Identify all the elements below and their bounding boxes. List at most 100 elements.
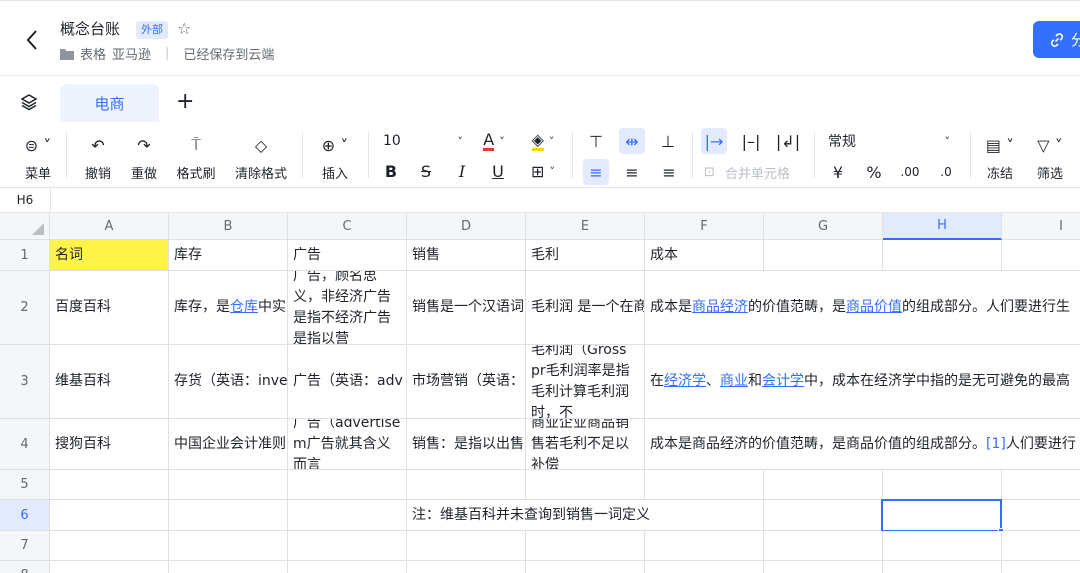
cell-a7[interactable] xyxy=(50,531,169,561)
cell-d2[interactable]: 销售是一个汉语词 xyxy=(407,271,526,345)
cell-c2[interactable]: 广告，顾名思义，非经济广告是指不经济广告是指以营 xyxy=(288,271,407,345)
cell-b5[interactable] xyxy=(169,470,288,500)
col-header-b[interactable]: B xyxy=(169,213,288,240)
cell-i1[interactable] xyxy=(1002,240,1080,271)
freeze-button[interactable]: ▤ ˅ 冻结 xyxy=(980,134,1020,183)
cell-c7[interactable] xyxy=(288,531,407,561)
cell-h7[interactable] xyxy=(883,531,1002,561)
cell-f4[interactable]: 成本是商品经济的价值范畴，是商品价值的组成部分。[1]人们要进行 xyxy=(645,419,1080,470)
cell-c8[interactable] xyxy=(288,561,407,573)
cell-h5[interactable] xyxy=(883,470,1002,500)
formula-input[interactable] xyxy=(51,188,1080,212)
cell-c3[interactable]: 广告（英语：adv xyxy=(288,345,407,419)
redo-button[interactable]: ↷ 重做 xyxy=(128,134,160,183)
number-format-select[interactable]: 常规 ˅ xyxy=(828,130,950,152)
cell-c4[interactable]: 广告（advertisem广告就其含义而言 xyxy=(288,419,407,470)
bold-button[interactable]: B xyxy=(380,160,402,182)
cell-c5[interactable] xyxy=(288,470,407,500)
row-header-3[interactable]: 3 xyxy=(0,345,50,419)
cell-d4[interactable]: 销售：是指以出售 xyxy=(407,419,526,470)
row-header-7[interactable]: 7 xyxy=(0,531,50,561)
undo-button[interactable]: ↶ 撤销 xyxy=(82,134,114,183)
cell-f8[interactable] xyxy=(645,561,764,573)
text-color-button[interactable]: A ˅ xyxy=(476,130,512,152)
col-header-a[interactable]: A xyxy=(50,213,169,240)
currency-button[interactable]: ¥ xyxy=(826,160,850,184)
text-overflow-button[interactable]: |→ xyxy=(701,128,727,154)
col-header-e[interactable]: E xyxy=(526,213,645,240)
cell-b2[interactable]: 库存，是仓库中实 xyxy=(169,271,288,345)
cell-h8[interactable] xyxy=(883,561,1002,573)
merge-cells-button[interactable]: ⊡ 合并单元格 xyxy=(704,160,804,184)
cell-b4[interactable]: 中国企业会计准则 xyxy=(169,419,288,470)
cell-reference[interactable]: H6 xyxy=(0,188,50,212)
row-header-6[interactable]: 6 xyxy=(0,500,50,531)
font-size-select[interactable]: 10 ˅ xyxy=(383,130,463,152)
cell-i8[interactable] xyxy=(1002,561,1080,573)
cell-a5[interactable] xyxy=(50,470,169,500)
cell-b3[interactable]: 存货（英语：inve xyxy=(169,345,288,419)
cell-f3-link-1[interactable]: 经济学 xyxy=(664,373,706,389)
cell-b1[interactable]: 库存 xyxy=(169,240,288,271)
cell-a1[interactable]: 名词 xyxy=(50,240,169,271)
sheets-list-button[interactable] xyxy=(20,93,38,115)
align-bottom-button[interactable]: ⊥ xyxy=(656,128,680,154)
percent-button[interactable]: % xyxy=(862,160,886,184)
align-left-button[interactable]: ≡ xyxy=(583,159,609,185)
cell-f2-link-1[interactable]: 商品经济 xyxy=(692,299,748,315)
cell-f3[interactable]: 在经济学、商业和会计学中，成本在经济学中指的是无可避免的最高 xyxy=(645,345,1080,419)
cell-f7[interactable] xyxy=(645,531,764,561)
align-top-button[interactable]: ⊤ xyxy=(584,128,608,154)
strikethrough-button[interactable]: S xyxy=(415,160,437,182)
select-all-corner[interactable] xyxy=(0,213,50,240)
border-button[interactable]: ⊞ ˅ xyxy=(524,160,562,182)
cell-d5[interactable] xyxy=(407,470,526,500)
owner-label[interactable]: 亚马逊 xyxy=(112,44,151,63)
cell-d8[interactable] xyxy=(407,561,526,573)
cell-g1[interactable] xyxy=(764,240,883,271)
decrease-decimal-button[interactable]: .0 xyxy=(932,160,960,184)
menu-button[interactable]: ⊜ ˅ 菜单 xyxy=(18,134,58,183)
align-middle-button[interactable]: ⇹ xyxy=(619,128,645,154)
align-center-button[interactable]: ≡ xyxy=(619,159,645,185)
insert-button[interactable]: ⊕ ˅ 插入 xyxy=(316,134,354,183)
cell-b2-link[interactable]: 仓库 xyxy=(230,299,258,315)
row-header-8[interactable]: 8 xyxy=(0,561,50,573)
clear-format-button[interactable]: ◇ 清除格式 xyxy=(232,134,290,183)
cell-c1[interactable]: 广告 xyxy=(288,240,407,271)
cell-a8[interactable] xyxy=(50,561,169,573)
tab-ecommerce[interactable]: 电商 xyxy=(60,84,159,122)
cell-f3-link-2[interactable]: 商业 xyxy=(720,373,748,389)
col-header-f[interactable]: F xyxy=(645,213,764,240)
align-right-button[interactable]: ≡ xyxy=(656,159,682,185)
cell-e7[interactable] xyxy=(526,531,645,561)
format-painter-button[interactable]: ⍑ 格式刷 xyxy=(174,134,218,182)
underline-button[interactable]: U xyxy=(487,160,509,182)
cell-b6[interactable] xyxy=(169,500,288,531)
italic-button[interactable]: I xyxy=(451,160,473,182)
add-sheet-button[interactable]: + xyxy=(176,89,194,114)
cell-g5[interactable] xyxy=(764,470,883,500)
cell-f4-citation[interactable]: [1] xyxy=(986,436,1006,452)
cell-i7[interactable] xyxy=(1002,531,1080,561)
folder-label[interactable]: 表格 xyxy=(80,44,106,63)
cell-f3-link-3[interactable]: 会计学 xyxy=(762,373,804,389)
cell-f5[interactable] xyxy=(645,470,764,500)
cell-g7[interactable] xyxy=(764,531,883,561)
row-header-4[interactable]: 4 xyxy=(0,419,50,470)
cell-f2-link-2[interactable]: 商品价值 xyxy=(846,299,902,315)
cell-a4[interactable]: 搜狗百科 xyxy=(50,419,169,470)
cell-a2[interactable]: 百度百科 xyxy=(50,271,169,345)
cell-e8[interactable] xyxy=(526,561,645,573)
cell-i5[interactable] xyxy=(1002,470,1080,500)
col-header-i[interactable]: I xyxy=(1002,213,1080,240)
row-header-5[interactable]: 5 xyxy=(0,470,50,500)
back-button[interactable] xyxy=(20,26,44,54)
cell-a3[interactable]: 维基百科 xyxy=(50,345,169,419)
cell-e1[interactable]: 毛利 xyxy=(526,240,645,271)
cell-d6[interactable]: 注：维基百科并未查询到销售一词定义 xyxy=(407,500,764,531)
cell-g8[interactable] xyxy=(764,561,883,573)
cell-b7[interactable] xyxy=(169,531,288,561)
cell-c6[interactable] xyxy=(288,500,407,531)
share-button[interactable]: 分 xyxy=(1033,21,1080,58)
